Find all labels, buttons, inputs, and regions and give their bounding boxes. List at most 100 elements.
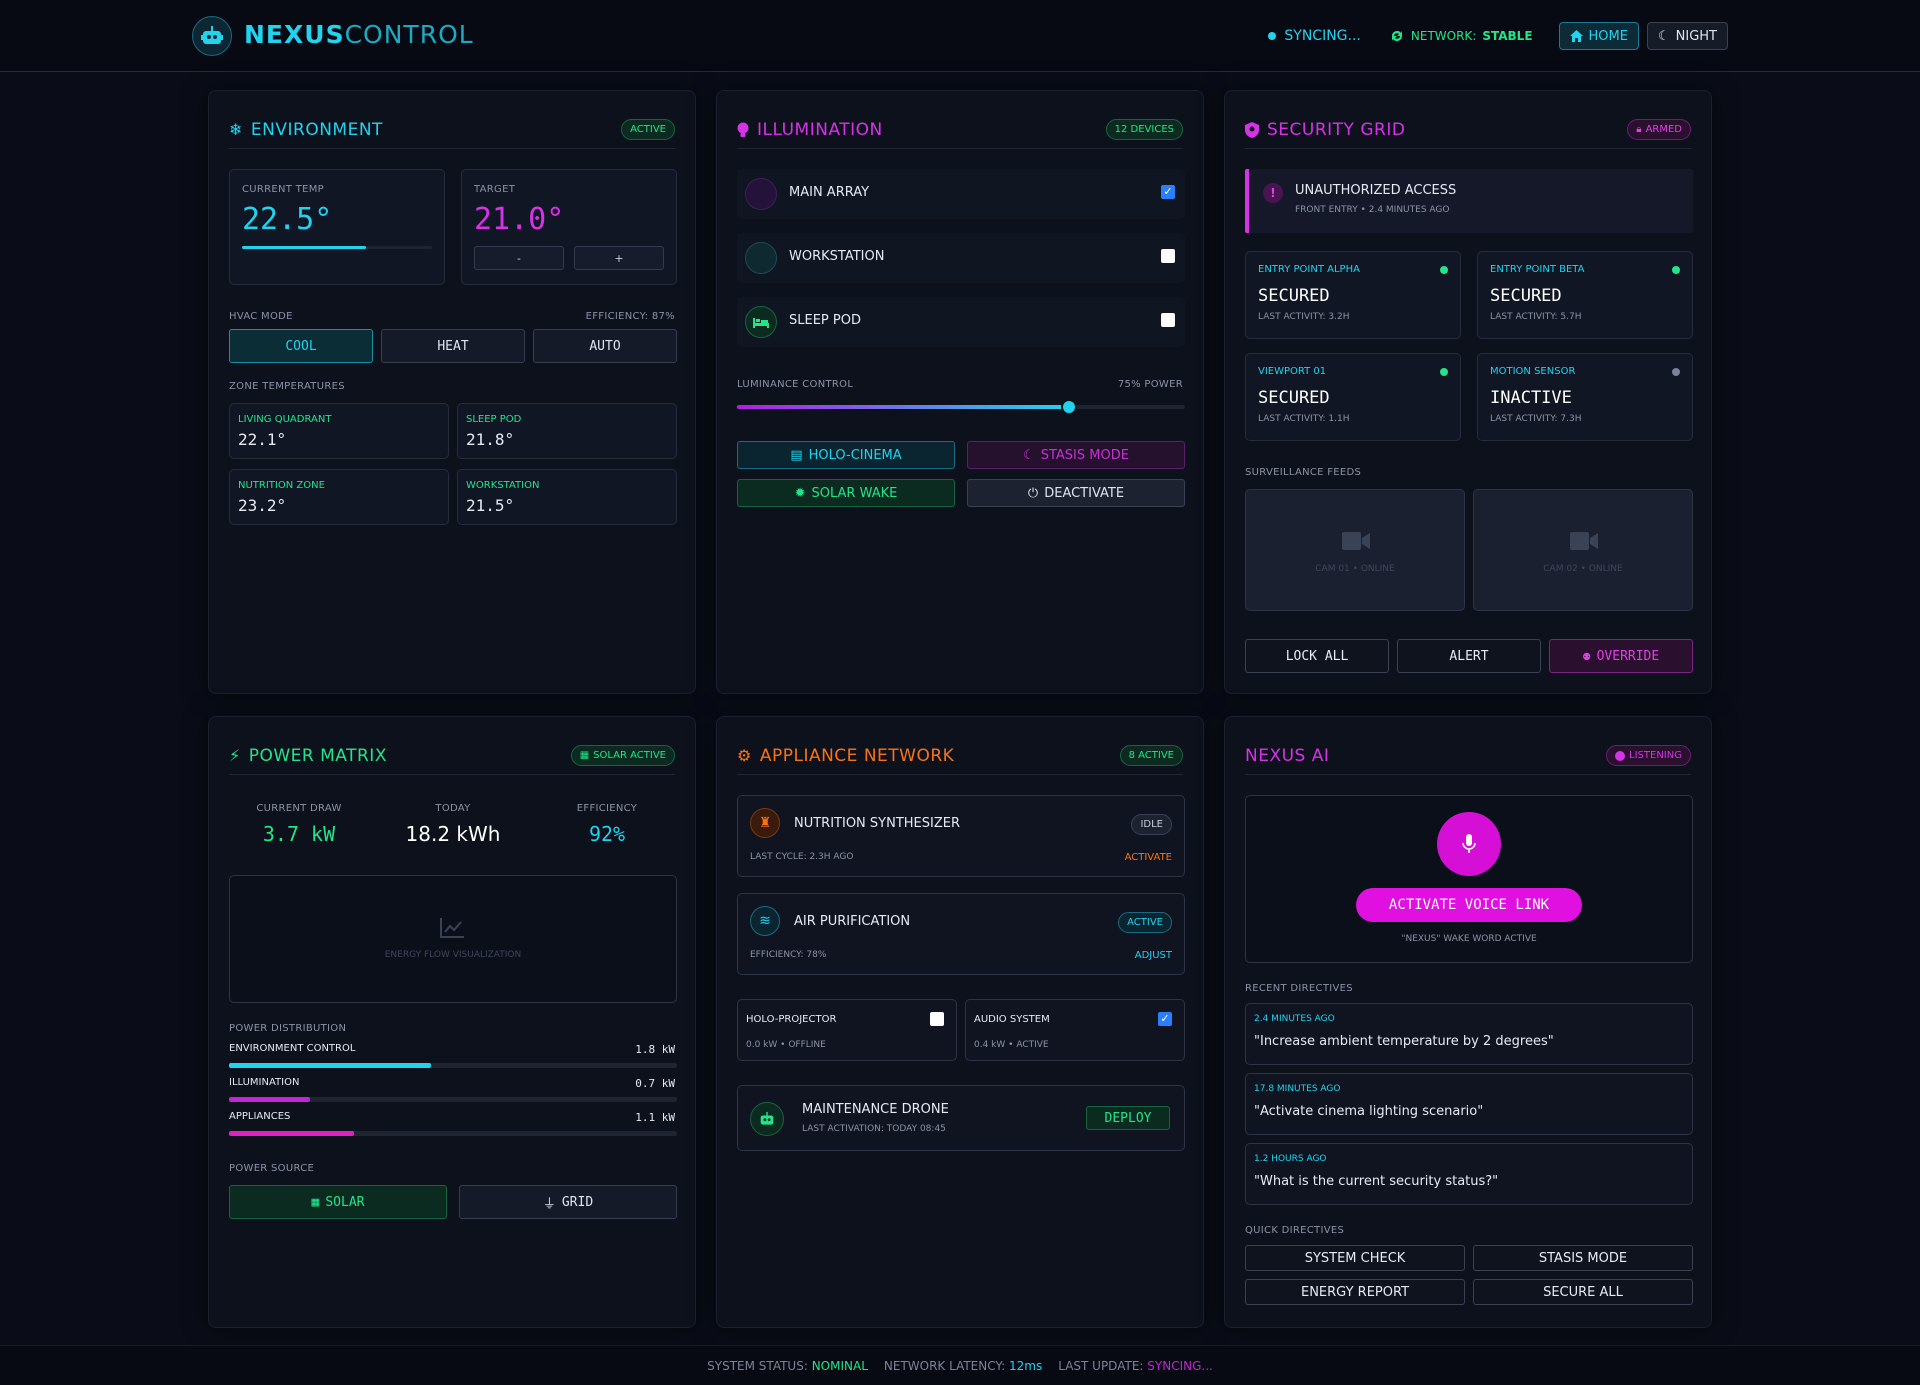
recent-directives-label: RECENT DIRECTIVES xyxy=(1245,983,1353,994)
home-button[interactable]: HOME xyxy=(1558,22,1639,50)
efficiency-value: EFFICIENCY: 87% xyxy=(585,311,675,322)
override-button[interactable]: ⚉ OVERRIDE xyxy=(1549,639,1693,673)
directive-text: "Activate cinema lighting scenario" xyxy=(1254,1104,1484,1119)
zone-temp: 23.2° xyxy=(238,496,287,515)
light-checkbox[interactable]: ✓ xyxy=(1161,185,1175,199)
zone-name: NUTRITION ZONE xyxy=(238,480,325,491)
drone-sub: LAST ACTIVATION: TODAY 08:45 xyxy=(802,1124,946,1134)
moon-icon: ☾ xyxy=(1657,28,1670,44)
hvac-heat-button[interactable]: HEAT xyxy=(381,329,525,363)
system-check-button[interactable]: SYSTEM CHECK xyxy=(1245,1245,1465,1271)
home-icon xyxy=(1569,30,1583,42)
slider-handle[interactable] xyxy=(1060,399,1077,415)
stasis-mode-button[interactable]: STASIS MODE xyxy=(1473,1245,1693,1271)
energy-report-button[interactable]: ENERGY REPORT xyxy=(1245,1279,1465,1305)
drone-name: MAINTENANCE DRONE xyxy=(802,1102,949,1117)
chip-icon: ⚙ xyxy=(737,746,752,765)
alert-icon: ! xyxy=(1263,183,1283,203)
entry-point-name: ENTRY POINT BETA xyxy=(1490,264,1585,275)
directive-item[interactable]: 2.4 MINUTES AGO "Increase ambient tempera… xyxy=(1245,1003,1693,1065)
scene-solar-wake-button[interactable]: ✹ SOLAR WAKE xyxy=(737,479,955,507)
drone-card[interactable]: MAINTENANCE DRONE LAST ACTIVATION: TODAY… xyxy=(737,1085,1185,1151)
deploy-button[interactable]: DEPLOY xyxy=(1086,1106,1170,1130)
footer-status-bar: SYSTEM STATUS: NOMINAL NETWORK LATENCY: … xyxy=(0,1345,1920,1385)
listening-badge: LISTENING xyxy=(1606,745,1691,766)
night-mode-button[interactable]: ☾ NIGHT xyxy=(1646,22,1728,50)
activate-voice-link-button[interactable]: ACTIVATE VOICE LINK xyxy=(1356,888,1582,922)
source-solar-button[interactable]: ▦ SOLAR xyxy=(229,1185,447,1219)
entry-point-card[interactable]: MOTION SENSOR INACTIVE LAST ACTIVITY: 7.3H xyxy=(1477,353,1693,441)
lock-all-button[interactable]: LOCK ALL xyxy=(1245,639,1389,673)
appliance-panel: ⚙ APPLIANCE NETWORK 8 ACTIVE ♜ NUTRITION … xyxy=(716,716,1204,1328)
luminance-slider[interactable] xyxy=(737,399,1185,415)
stat-label: TODAY xyxy=(435,803,471,814)
status-badge: ACTIVE xyxy=(621,119,675,140)
increase-target-button[interactable]: + xyxy=(574,246,664,270)
scene-stasis-mode-button[interactable]: ☾ STASIS MODE xyxy=(967,441,1185,469)
bed-icon xyxy=(745,306,777,338)
current-temp-bar xyxy=(242,246,432,249)
camera-feed[interactable]: CAM 02 • ONLINE xyxy=(1473,489,1693,611)
secure-all-button[interactable]: SECURE ALL xyxy=(1473,1279,1693,1305)
light-row[interactable]: WORKSTATION xyxy=(737,233,1185,283)
network-status: NETWORK: STABLE xyxy=(1389,28,1533,44)
dist-bar xyxy=(229,1097,677,1102)
appliance-checkbox[interactable] xyxy=(930,1012,944,1026)
camera-feed[interactable]: CAM 01 • ONLINE xyxy=(1245,489,1465,611)
lightning-bolt-icon: ⚡︎ xyxy=(229,746,241,765)
directive-item[interactable]: 1.2 HOURS AGO "What is the current securi… xyxy=(1245,1143,1693,1205)
appliance-checkbox[interactable]: ✓ xyxy=(1158,1012,1172,1026)
target-temp-value: 21.0° xyxy=(474,202,565,237)
entry-point-name: MOTION SENSOR xyxy=(1490,366,1576,377)
scene-holo-cinema-button[interactable]: ▤ HOLO-CINEMA xyxy=(737,441,955,469)
security-alert[interactable]: ! UNAUTHORIZED ACCESS FRONT ENTRY • 2.4 … xyxy=(1245,169,1693,233)
small-appliance-card[interactable]: AUDIO SYSTEM ✓ 0.4 kW • ACTIVE xyxy=(965,999,1185,1061)
directive-time: 1.2 HOURS AGO xyxy=(1254,1154,1327,1164)
line-chart-icon xyxy=(440,918,464,942)
small-appliance-name: AUDIO SYSTEM xyxy=(974,1014,1050,1025)
scene-deactivate-button[interactable]: ⏻ DEACTIVATE xyxy=(967,479,1185,507)
dist-name: ENVIRONMENT CONTROL xyxy=(229,1043,356,1054)
dist-bar xyxy=(229,1131,677,1136)
source-grid-button[interactable]: ⏚ GRID xyxy=(459,1185,677,1219)
light-checkbox[interactable] xyxy=(1161,249,1175,263)
hvac-mode-label: HVAC MODE xyxy=(229,311,293,322)
appliance-name: NUTRITION SYNTHESIZER xyxy=(794,816,960,831)
armed-badge: 🔒︎ ARMED xyxy=(1627,119,1691,140)
small-appliance-card[interactable]: HOLO-PROJECTOR 0.0 kW • OFFLINE xyxy=(737,999,957,1061)
microphone-button[interactable] xyxy=(1437,812,1501,876)
lock-icon: 🔒︎ xyxy=(1636,124,1642,135)
current-temp-label: CURRENT TEMP xyxy=(242,184,324,195)
appliance-card[interactable]: ♜ NUTRITION SYNTHESIZER IDLE LAST CYCLE:… xyxy=(737,795,1185,877)
decrease-target-button[interactable]: - xyxy=(474,246,564,270)
light-row[interactable]: SLEEP POD xyxy=(737,297,1185,347)
entry-point-last: LAST ACTIVITY: 7.3H xyxy=(1490,414,1582,424)
light-checkbox[interactable] xyxy=(1161,313,1175,327)
power-title: POWER MATRIX xyxy=(248,745,387,766)
entry-point-name: ENTRY POINT ALPHA xyxy=(1258,264,1360,275)
light-row[interactable]: MAIN ARRAY ✓ xyxy=(737,169,1185,219)
listening-dot-icon xyxy=(1615,750,1626,761)
appliance-card[interactable]: ≋ AIR PURIFICATION ACTIVE EFFICIENCY: 78… xyxy=(737,893,1185,975)
entry-point-status: SECURED xyxy=(1258,286,1330,306)
entry-point-card[interactable]: VIEWPORT 01 SECURED LAST ACTIVITY: 1.1H xyxy=(1245,353,1461,441)
hvac-auto-button[interactable]: AUTO xyxy=(533,329,677,363)
entry-point-card[interactable]: ENTRY POINT BETA SECURED LAST ACTIVITY: 5.… xyxy=(1477,251,1693,339)
refresh-icon xyxy=(1391,31,1402,41)
zone-name: WORKSTATION xyxy=(466,480,540,491)
power-icon: ⏻ xyxy=(1027,485,1039,501)
camera-label: CAM 02 • ONLINE xyxy=(1543,564,1623,574)
light-indicator-icon xyxy=(745,242,777,274)
robot-logo-icon xyxy=(192,16,232,56)
activate-link[interactable]: ACTIVATE xyxy=(1125,852,1172,863)
hvac-cool-button[interactable]: COOL xyxy=(229,329,373,363)
current-draw-value: 3.7 kW xyxy=(262,822,336,846)
adjust-link[interactable]: ADJUST xyxy=(1135,950,1172,961)
directive-item[interactable]: 17.8 MINUTES AGO "Activate cinema lightin… xyxy=(1245,1073,1693,1135)
entry-point-card[interactable]: ENTRY POINT ALPHA SECURED LAST ACTIVITY: 3… xyxy=(1245,251,1461,339)
zone-temp: 21.8° xyxy=(466,430,515,449)
alert-button[interactable]: ALERT xyxy=(1397,639,1541,673)
status-dot-icon xyxy=(1440,266,1448,274)
light-name: SLEEP POD xyxy=(789,313,861,328)
small-appliance-sub: 0.0 kW • OFFLINE xyxy=(746,1040,826,1050)
